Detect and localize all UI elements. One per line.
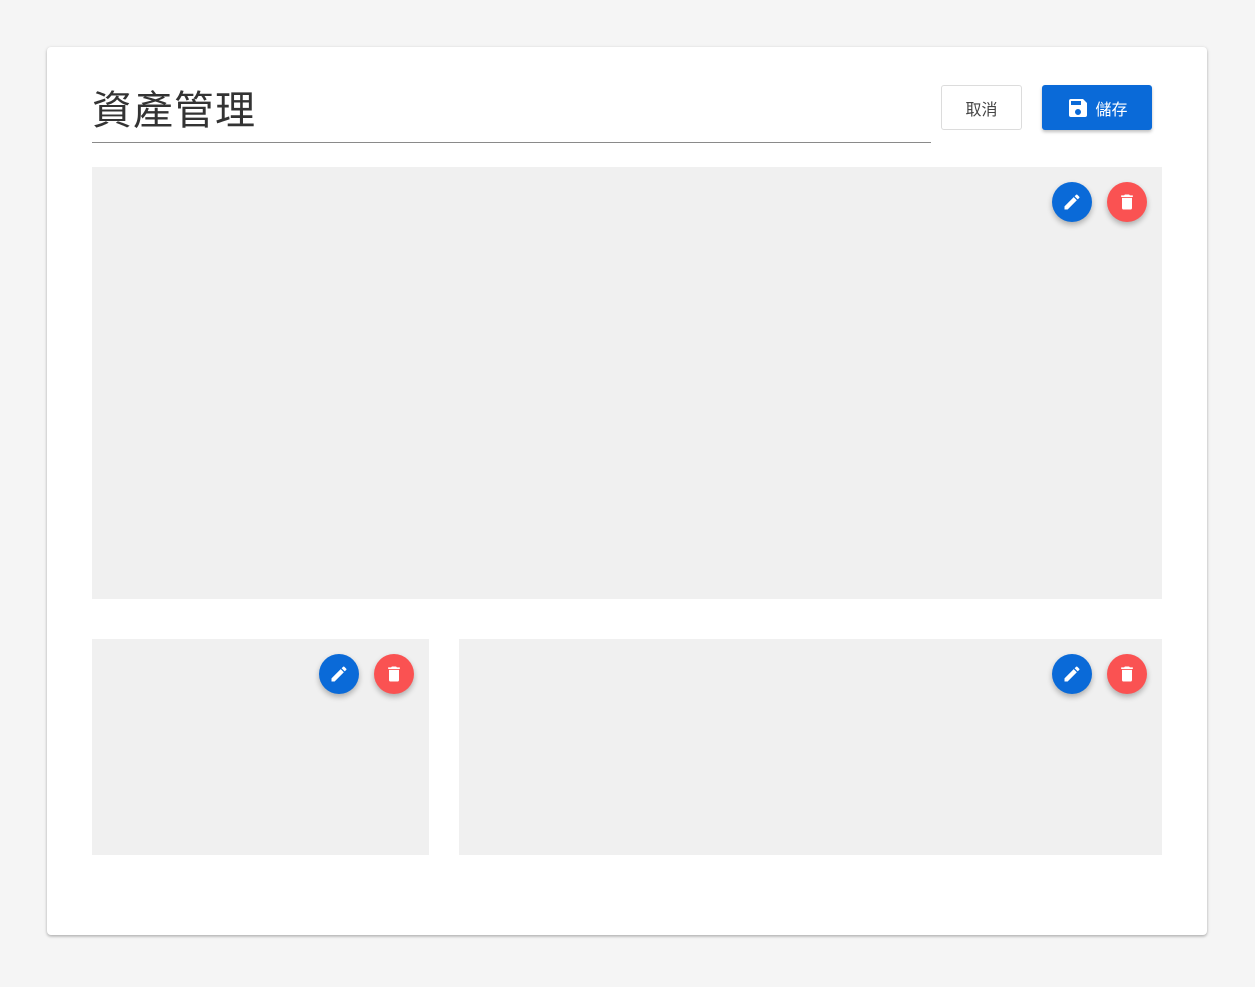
delete-button[interactable]	[1107, 654, 1147, 694]
trash-icon	[1117, 664, 1137, 684]
content-panel-3	[459, 639, 1162, 855]
pencil-icon	[329, 664, 349, 684]
pencil-icon	[1062, 664, 1082, 684]
asset-editor-card: 取消 儲存	[47, 47, 1207, 935]
edit-button[interactable]	[1052, 182, 1092, 222]
title-field[interactable]	[92, 81, 931, 143]
trash-icon	[1117, 192, 1137, 212]
delete-button[interactable]	[1107, 182, 1147, 222]
trash-icon	[384, 664, 404, 684]
content-panel-1	[92, 167, 1162, 599]
cancel-button[interactable]: 取消	[941, 85, 1022, 130]
cancel-button-label: 取消	[965, 99, 998, 119]
title-input[interactable]	[92, 81, 931, 141]
save-button[interactable]: 儲存	[1042, 85, 1152, 130]
content-panel-2	[92, 639, 429, 855]
edit-button[interactable]	[319, 654, 359, 694]
save-button-label: 儲存	[1095, 99, 1128, 119]
edit-button[interactable]	[1052, 654, 1092, 694]
pencil-icon	[1062, 192, 1082, 212]
delete-button[interactable]	[374, 654, 414, 694]
floppy-disk-icon	[1066, 96, 1090, 120]
